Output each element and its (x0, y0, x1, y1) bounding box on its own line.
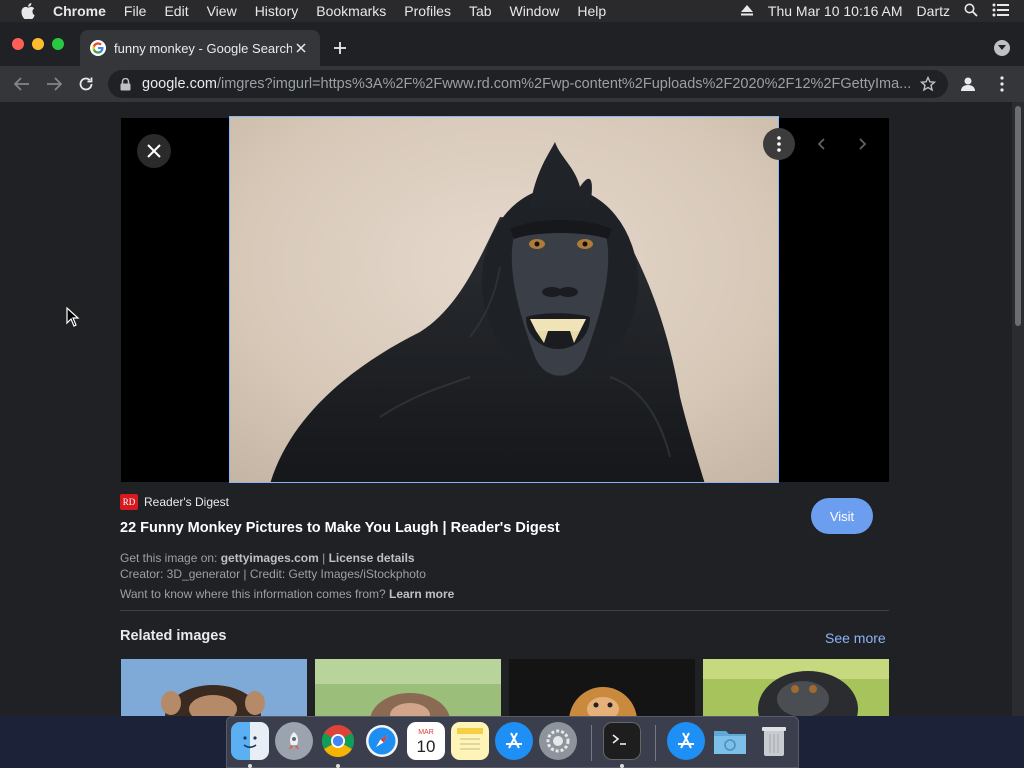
menu-history[interactable]: History (255, 3, 299, 19)
see-more-link[interactable]: See more (825, 630, 886, 646)
image-viewer-panel (121, 116, 889, 483)
related-thumbnail-3[interactable] (509, 659, 695, 716)
browser-toolbar: google.com/imgres?imgurl=https%3A%2F%2Fw… (0, 66, 1024, 102)
chrome-window: funny monkey - Google Search google.com/… (0, 22, 1024, 716)
menu-file[interactable]: File (124, 3, 147, 19)
tab-close-icon[interactable] (292, 39, 310, 57)
related-thumbnail-4[interactable] (703, 659, 889, 716)
get-image-sep: | (318, 551, 329, 565)
related-thumbnail-1[interactable] (121, 659, 307, 716)
menu-edit[interactable]: Edit (164, 3, 188, 19)
menu-window[interactable]: Window (510, 3, 560, 19)
main-image-monkey[interactable] (229, 116, 779, 483)
safari-compass-icon[interactable] (363, 722, 401, 760)
menu-bar-status: Thu Mar 10 10:16 AM Dartz (740, 0, 1024, 22)
terminal-running-dot (620, 764, 624, 768)
related-images-heading: Related images (120, 628, 227, 644)
lock-icon[interactable] (120, 77, 134, 91)
launchpad-rocket-icon[interactable] (275, 722, 313, 760)
menu-bookmarks[interactable]: Bookmarks (316, 3, 386, 19)
system-preferences-gear-icon[interactable] (539, 722, 577, 760)
info-source-line: Want to know where this information come… (120, 587, 454, 601)
creator-credit-line: Creator: 3D_generator | Credit: Getty Im… (120, 567, 426, 581)
next-image-chevron-icon[interactable] (851, 132, 875, 156)
menu-bar-user[interactable]: Dartz (917, 3, 950, 19)
url-host: google.com (142, 76, 217, 92)
license-details-link[interactable]: License details (329, 551, 415, 565)
terminal-icon[interactable] (603, 722, 641, 760)
menu-app-chrome[interactable]: Chrome (53, 3, 106, 19)
menu-view[interactable]: View (207, 3, 237, 19)
chrome-menu-kebab-icon[interactable] (994, 74, 1010, 94)
minimize-window-button[interactable] (32, 38, 44, 50)
address-bar[interactable]: google.com/imgres?imgurl=https%3A%2F%2Fw… (108, 70, 948, 98)
back-arrow-icon[interactable] (10, 72, 34, 96)
page-scrollbar[interactable] (1012, 102, 1024, 716)
menu-bar-clock[interactable]: Thu Mar 10 10:16 AM (768, 3, 903, 19)
related-thumbnail-2[interactable] (315, 659, 501, 716)
chrome-running-dot (336, 764, 340, 768)
app-store-icon[interactable] (495, 722, 533, 760)
notes-icon[interactable] (451, 722, 489, 760)
gettyimages-link[interactable]: gettyimages.com (221, 551, 319, 565)
chrome-icon[interactable] (319, 722, 357, 760)
menu-help[interactable]: Help (577, 3, 606, 19)
dock-separator (591, 725, 592, 761)
profile-avatar-icon[interactable] (958, 74, 978, 94)
visit-button[interactable]: Visit (811, 498, 873, 534)
finder-icon[interactable] (231, 722, 269, 760)
info-prefix: Want to know where this information come… (120, 587, 389, 601)
google-favicon-icon (90, 40, 106, 56)
dock-separator (655, 725, 656, 761)
macos-dock: MAR 10 (226, 716, 799, 768)
result-page-title-link[interactable]: 22 Funny Monkey Pictures to Make You Lau… (120, 520, 560, 536)
page-content: RD Reader's Digest 22 Funny Monkey Pictu… (0, 102, 1012, 716)
bookmark-star-icon[interactable] (916, 76, 940, 92)
menu-tab[interactable]: Tab (469, 3, 492, 19)
apple-menu-icon[interactable] (17, 3, 39, 19)
tab-title: funny monkey - Google Search (114, 40, 292, 56)
eject-icon[interactable] (740, 3, 754, 19)
control-center-icon[interactable] (992, 3, 1010, 20)
get-image-line: Get this image on: gettyimages.com | Lic… (120, 551, 415, 565)
get-image-prefix: Get this image on: (120, 551, 221, 565)
macos-menu-bar: Chrome File Edit View History Bookmarks … (0, 0, 1024, 22)
source-attribution[interactable]: RD Reader's Digest (120, 494, 229, 510)
close-window-button[interactable] (12, 38, 24, 50)
trash-icon[interactable] (755, 722, 793, 760)
reload-icon[interactable] (74, 72, 98, 96)
menu-profiles[interactable]: Profiles (404, 3, 451, 19)
tab-search-chevron-icon[interactable] (994, 40, 1010, 56)
calendar-icon[interactable]: MAR 10 (407, 722, 445, 760)
scrollbar-thumb[interactable] (1015, 106, 1021, 326)
viewer-close-icon[interactable] (137, 134, 171, 168)
fullscreen-window-button[interactable] (52, 38, 64, 50)
url-text: google.com/imgres?imgurl=https%3A%2F%2Fw… (142, 76, 916, 92)
more-options-kebab-icon[interactable] (763, 128, 795, 160)
mouse-cursor-icon (66, 306, 80, 332)
calendar-month: MAR (418, 729, 434, 736)
readers-digest-logo: RD (120, 494, 138, 510)
downloads-folder-icon[interactable] (711, 722, 749, 760)
source-name: Reader's Digest (144, 495, 229, 509)
finder-running-dot (248, 764, 252, 768)
new-tab-plus-icon[interactable] (330, 38, 350, 58)
learn-more-link[interactable]: Learn more (389, 587, 454, 601)
tab-strip: funny monkey - Google Search (0, 22, 1024, 66)
section-divider (120, 610, 889, 611)
tab-funny-monkey[interactable]: funny monkey - Google Search (80, 30, 320, 66)
forward-arrow-icon[interactable] (42, 72, 66, 96)
previous-image-chevron-icon[interactable] (809, 132, 833, 156)
applications-folder-icon[interactable] (667, 722, 705, 760)
calendar-day: 10 (417, 737, 436, 756)
spotlight-search-icon[interactable] (964, 3, 978, 20)
url-path: /imgres?imgurl=https%3A%2F%2Fwww.rd.com%… (216, 76, 912, 92)
